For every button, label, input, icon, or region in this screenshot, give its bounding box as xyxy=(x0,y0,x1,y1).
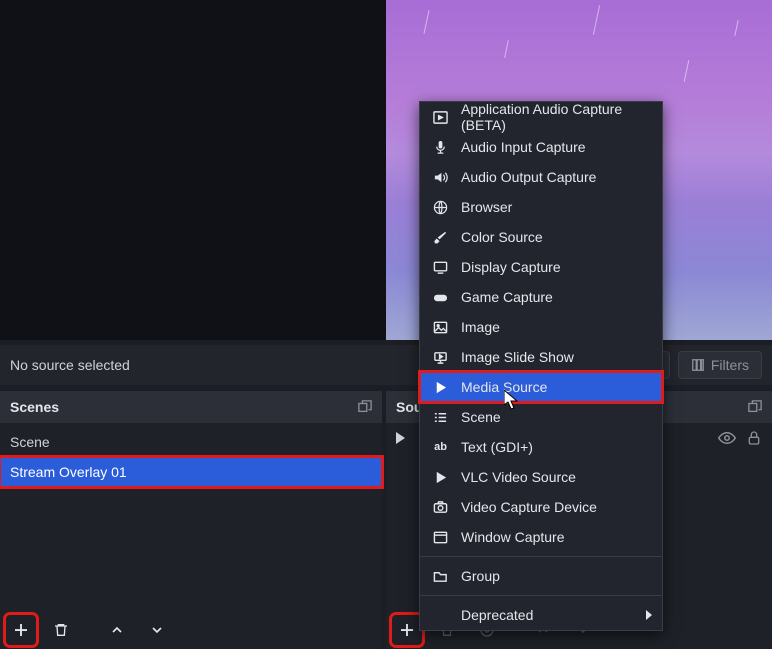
scene-label: Stream Overlay 01 xyxy=(10,464,127,480)
scene-item[interactable]: Scene xyxy=(0,427,382,457)
menu-item-group[interactable]: Group xyxy=(420,561,662,591)
slideshow-icon xyxy=(432,349,449,366)
menu-item-deprecated[interactable]: Deprecated xyxy=(420,600,662,630)
detach-icon[interactable] xyxy=(358,400,372,414)
menu-separator xyxy=(420,595,662,596)
menu-label: Group xyxy=(461,568,500,584)
menu-item-audio-input[interactable]: Audio Input Capture xyxy=(420,132,662,162)
menu-label: Deprecated xyxy=(461,607,533,623)
menu-label: Audio Output Capture xyxy=(461,169,596,185)
gamepad-icon xyxy=(432,289,449,306)
menu-label: Application Audio Capture (BETA) xyxy=(461,101,650,133)
menu-item-window-capture[interactable]: Window Capture xyxy=(420,522,662,552)
move-scene-up-button[interactable] xyxy=(102,615,132,645)
remove-scene-button[interactable] xyxy=(46,615,76,645)
lock-icon[interactable] xyxy=(746,430,762,446)
brush-icon xyxy=(432,229,449,246)
menu-label: VLC Video Source xyxy=(461,469,576,485)
menu-label: Browser xyxy=(461,199,512,215)
filters-label: Filters xyxy=(711,357,749,373)
menu-item-scene[interactable]: Scene xyxy=(420,402,662,432)
add-source-button[interactable] xyxy=(392,615,422,645)
play-icon xyxy=(432,469,449,486)
scenes-title: Scenes xyxy=(10,399,59,415)
submenu-arrow-icon xyxy=(646,610,652,620)
scenes-header: Scenes xyxy=(0,391,382,423)
text-icon: ab xyxy=(432,439,449,456)
add-source-menu: Application Audio Capture (BETA) Audio I… xyxy=(419,101,663,631)
app-audio-icon xyxy=(432,109,449,126)
menu-item-video-capture[interactable]: Video Capture Device xyxy=(420,492,662,522)
menu-label: Window Capture xyxy=(461,529,565,545)
scene-item[interactable]: Stream Overlay 01 xyxy=(0,457,382,487)
visibility-icon[interactable] xyxy=(718,429,736,447)
no-source-label: No source selected xyxy=(10,357,130,373)
mic-icon xyxy=(432,139,449,156)
globe-icon xyxy=(432,199,449,216)
play-icon xyxy=(396,432,405,444)
menu-item-vlc[interactable]: VLC Video Source xyxy=(420,462,662,492)
menu-item-color-source[interactable]: Color Source xyxy=(420,222,662,252)
scene-label: Scene xyxy=(10,434,50,450)
menu-item-audio-output[interactable]: Audio Output Capture xyxy=(420,162,662,192)
menu-item-game-capture[interactable]: Game Capture xyxy=(420,282,662,312)
menu-label: Text (GDI+) xyxy=(461,439,533,455)
menu-item-text[interactable]: ab Text (GDI+) xyxy=(420,432,662,462)
scenes-panel: Scenes Scene Stream Overlay 01 xyxy=(0,391,382,649)
menu-label: Video Capture Device xyxy=(461,499,597,515)
list-icon xyxy=(432,409,449,426)
filters-button[interactable]: Filters xyxy=(678,351,762,379)
menu-item-slideshow[interactable]: Image Slide Show xyxy=(420,342,662,372)
image-icon xyxy=(432,319,449,336)
menu-item-browser[interactable]: Browser xyxy=(420,192,662,222)
add-scene-button[interactable] xyxy=(6,615,36,645)
play-icon xyxy=(432,379,449,396)
menu-label: Image xyxy=(461,319,500,335)
monitor-icon xyxy=(432,259,449,276)
menu-item-display-capture[interactable]: Display Capture xyxy=(420,252,662,282)
scenes-bottom-toolbar xyxy=(0,611,382,649)
speaker-icon xyxy=(432,169,449,186)
menu-label: Color Source xyxy=(461,229,543,245)
menu-label: Display Capture xyxy=(461,259,561,275)
scene-list: Scene Stream Overlay 01 xyxy=(0,423,382,487)
menu-item-media-source[interactable]: Media Source xyxy=(420,372,662,402)
window-icon xyxy=(432,529,449,546)
menu-label: Media Source xyxy=(461,379,547,395)
move-scene-down-button[interactable] xyxy=(142,615,172,645)
menu-label: Scene xyxy=(461,409,501,425)
menu-item-app-audio[interactable]: Application Audio Capture (BETA) xyxy=(420,102,662,132)
folder-icon xyxy=(432,568,449,585)
filters-icon xyxy=(691,358,705,372)
camera-icon xyxy=(432,499,449,516)
menu-item-image[interactable]: Image xyxy=(420,312,662,342)
menu-separator xyxy=(420,556,662,557)
menu-label: Audio Input Capture xyxy=(461,139,586,155)
detach-icon[interactable] xyxy=(748,400,762,414)
menu-label: Game Capture xyxy=(461,289,553,305)
menu-label: Image Slide Show xyxy=(461,349,574,365)
